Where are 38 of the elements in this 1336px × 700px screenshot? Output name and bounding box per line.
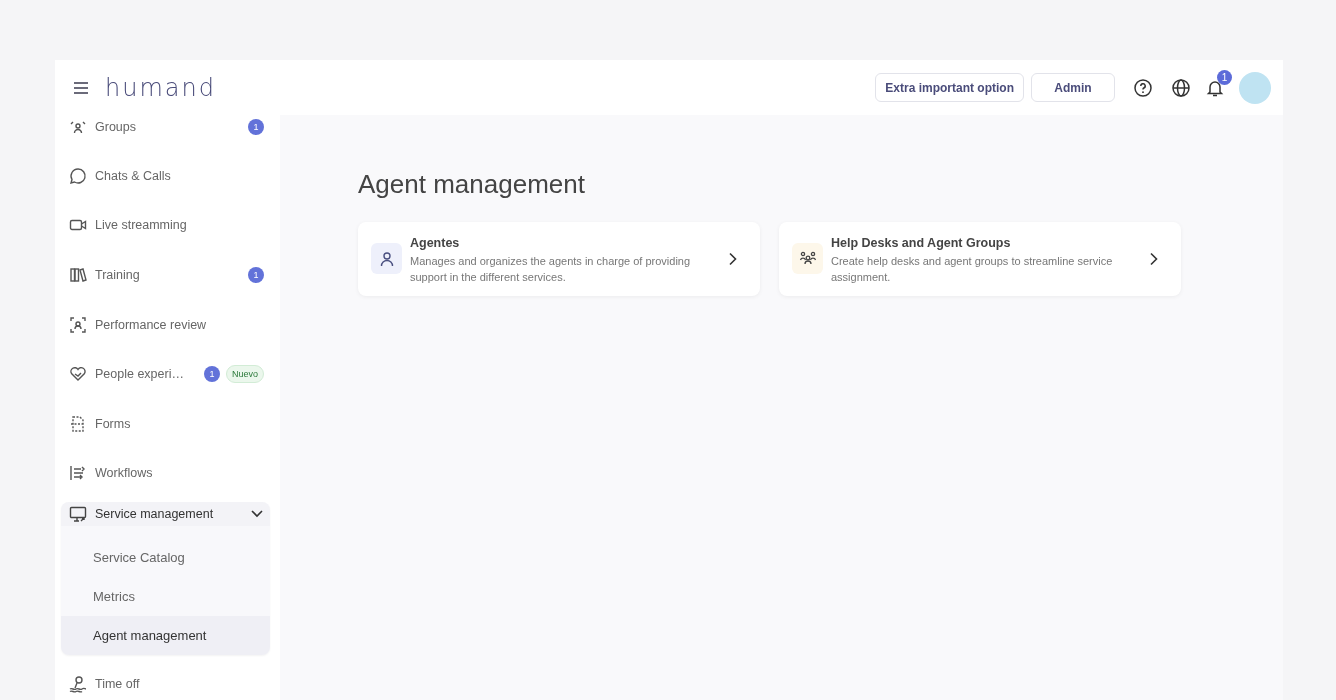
header-button[interactable]: Admin [1031,73,1115,102]
sidebar-label: Live streamming [95,218,187,233]
sidebar-group-header[interactable]: Service management [61,502,270,527]
sidebar-label: Workflows [95,466,153,481]
card-title: Agentes [410,236,461,250]
card-description: Create help desks and agent groups to streamline service assignment. [831,254,1114,285]
sidebar-subitem[interactable]: Service Catalog [61,538,270,578]
card-title: Help Desks and Agent Groups [831,236,1012,250]
sidebar-item[interactable]: Time off [61,659,270,700]
sidebar-label: Chats & Calls [95,168,171,183]
nav-card[interactable]: Help Desks and Agent Groups Create help desks and agent groups to streamline service assignment. [779,222,1181,296]
sidebar-item[interactable]: Performance review [61,299,270,350]
sidebar-item[interactable]: Live streamming [61,200,270,251]
count-badge: 1 [204,366,220,383]
sidebar-item[interactable]: Workflows [61,448,270,499]
card-description: Manages and organizes the agents in charge of providing support in the different services. [410,254,692,285]
sidebar-item[interactable]: Groups 1 [61,115,270,139]
sidebar-label: Service management [95,507,214,522]
count-badge: 1 [248,119,264,135]
count-badge: 1 [248,267,264,283]
sidebar-item[interactable]: Chats & Calls [61,151,270,201]
nav-card[interactable]: Agentes Manages and organizes the agents in charge of providing support in the different services. [358,222,760,296]
sidebar-label: Training [95,268,140,282]
sidebar-subitem[interactable]: Metrics [61,577,270,617]
sidebar-item[interactable]: People experi… 1 Nuevo [61,349,270,399]
sidebar-label: Performance review [95,317,207,332]
sidebar-label: Forms [95,416,131,431]
new-tag: Nuevo [226,365,264,384]
page-title: Agent management [358,169,586,200]
logo: humand [105,73,216,102]
sidebar-label: Groups [95,120,136,134]
sidebar-label: People experi… [95,367,184,382]
sidebar-item[interactable]: Forms [61,398,270,449]
sidebar-subitem[interactable]: Agent management [61,616,270,656]
header-button[interactable]: Extra important option [875,73,1024,102]
sidebar-label: Time off [95,676,140,691]
notification-badge: 1 [1217,69,1232,85]
sidebar-item[interactable]: Training 1 [61,250,270,300]
